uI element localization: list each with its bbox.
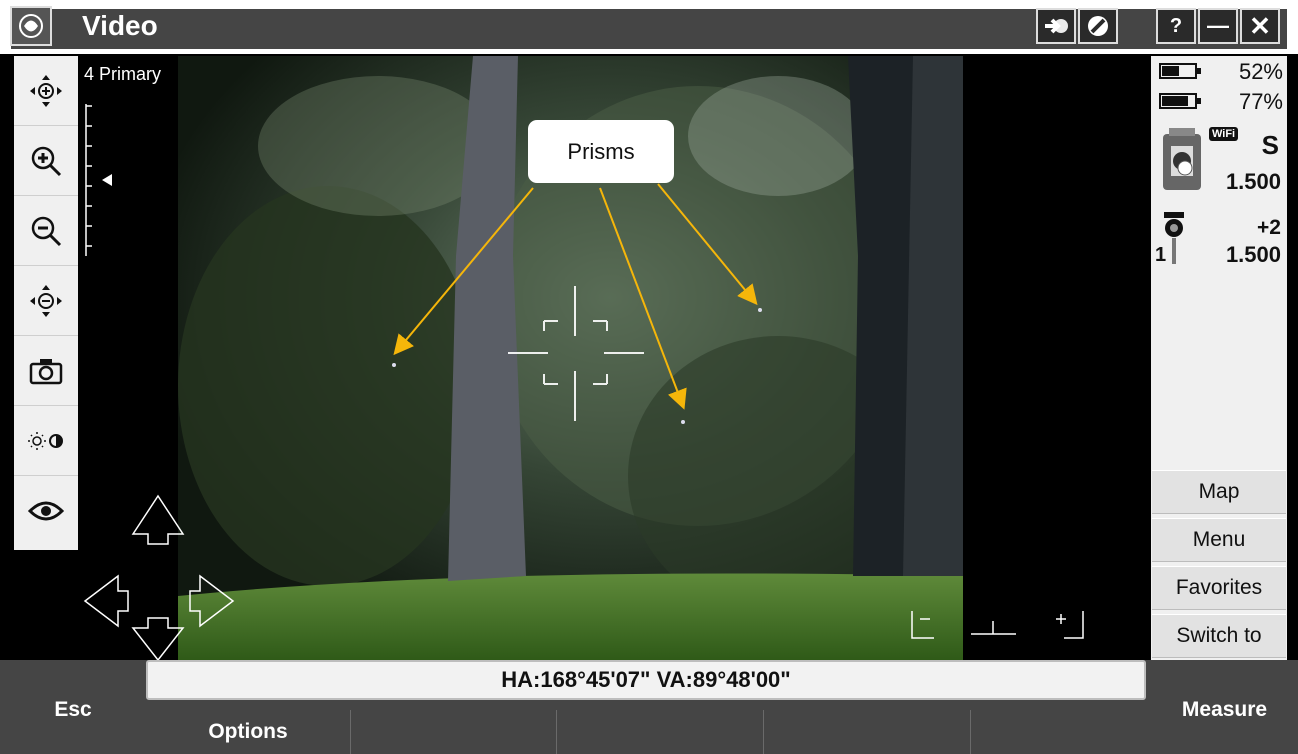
status-panel: 52% 77% WiFi S 1.500 1 +2 1.500 Map Menu… [1151,56,1287,660]
switch-to-button[interactable]: Switch to [1152,614,1286,658]
map-button[interactable]: Map [1152,470,1286,514]
measure-button[interactable]: Measure [1151,665,1298,754]
brightness-icon[interactable] [14,406,78,476]
function-key-empty-5[interactable] [971,710,1146,754]
prism-offset: +2 [1257,216,1281,239]
esc-button[interactable]: Esc [0,665,146,754]
rose-logo-icon[interactable] [10,6,52,46]
cancel-icon[interactable] [1078,8,1118,44]
function-key-empty-4[interactable] [764,710,970,754]
battery-2-level: 77% [1238,89,1283,114]
minimize-icon[interactable]: — [1198,8,1238,44]
battery-icon [1159,93,1201,109]
instrument-letter: S [1261,130,1279,160]
favorites-button[interactable]: Favorites [1152,566,1286,610]
prism-number: 1 [1155,244,1167,266]
options-button[interactable]: Options [146,710,350,754]
target-height: 1.500 [1225,242,1281,267]
menu-button[interactable]: Menu [1152,518,1286,562]
instrument-icon[interactable] [1155,126,1209,194]
function-key-empty-3[interactable] [557,710,763,754]
wifi-badge: WiFi [1209,127,1239,141]
close-icon[interactable]: ✕ [1240,8,1280,44]
exit-arrow-icon[interactable] [1036,8,1076,44]
camera-icon[interactable] [14,336,78,406]
autolock-icon[interactable] [14,56,78,126]
camera-mode-label: 4 Primary [84,64,162,84]
angles-readout: HA:168°45'07" VA:89°48'00" [146,660,1146,700]
video-margin [14,550,78,660]
battery-1-level: 52% [1238,59,1283,84]
eye-icon[interactable] [14,476,78,546]
zoom-in-icon[interactable] [14,126,78,196]
video-toolbar [14,56,78,550]
window-title: Video [82,10,158,41]
zoom-out-icon[interactable] [14,196,78,266]
battery-icon [1159,63,1201,79]
function-key-empty-2[interactable] [351,710,556,754]
zoom-fit-icon[interactable] [14,266,78,336]
help-icon[interactable]: ? [1156,8,1196,44]
prisms-callout: Prisms [528,120,674,183]
instrument-height: 1.500 [1225,169,1281,194]
